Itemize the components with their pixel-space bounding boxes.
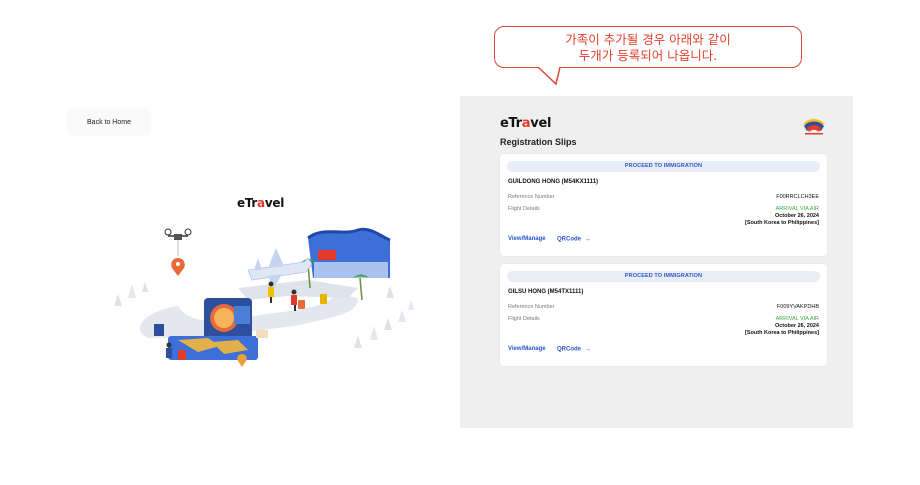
arrow-right-icon: → <box>584 236 591 243</box>
reference-number-label: Reference Number <box>508 304 555 310</box>
registration-slip-card: PROCEED TO IMMIGRATION GUILDONG HONG (M5… <box>500 154 827 256</box>
panel-etravel-logo: eTravel <box>500 116 552 131</box>
flight-route: [South Korea to Philippines] <box>745 330 819 336</box>
page-title: Registration Slips <box>500 137 577 147</box>
back-to-home-button[interactable]: Back to Home <box>68 109 150 135</box>
arrival-type: ARRIVAL VIA AIR <box>775 206 819 212</box>
flight-details-label: Flight Details <box>508 316 540 322</box>
flight-date: October 26, 2024 <box>774 213 819 219</box>
view-manage-link[interactable]: View/Manage <box>508 346 546 352</box>
annotation-line-2: 두개가 등록되어 나옵니다. <box>578 48 718 63</box>
flight-date: October 26, 2024 <box>774 323 819 329</box>
reference-number-label: Reference Number <box>508 194 555 200</box>
arrow-right-icon: → <box>584 346 591 353</box>
arrival-type: ARRIVAL VIA AIR <box>775 316 819 322</box>
qrcode-link[interactable]: QRCode → <box>557 346 591 353</box>
flight-details-label: Flight Details <box>508 206 540 212</box>
reference-number-value: F00RRCLCH3EE <box>776 194 819 200</box>
traveler-name: GUILDONG HONG (M54KX1111) <box>508 179 599 185</box>
registration-panel: eTravel Registration Slips PROCEED TO IM… <box>460 96 853 428</box>
philippines-seal-icon <box>803 119 825 135</box>
travel-illustration-image <box>114 227 414 367</box>
status-badge: PROCEED TO IMMIGRATION <box>507 271 820 282</box>
traveler-name: GILSU HONG (M54TX1111) <box>508 289 584 295</box>
status-badge: PROCEED TO IMMIGRATION <box>507 161 820 172</box>
page: 가족이 추가될 경우 아래와 같이 두개가 등록되어 나옵니다. Back to… <box>0 0 920 485</box>
qrcode-link[interactable]: QRCode → <box>557 236 591 243</box>
flight-route: [South Korea to Philippines] <box>745 220 819 226</box>
view-manage-link[interactable]: View/Manage <box>508 236 546 242</box>
etravel-logo: eTravel <box>237 196 285 210</box>
annotation-callout: 가족이 추가될 경우 아래와 같이 두개가 등록되어 나옵니다. <box>494 26 802 68</box>
registration-slip-card: PROCEED TO IMMIGRATION GILSU HONG (M54TX… <box>500 264 827 366</box>
reference-number-value: F009YVAKPDHB <box>776 304 819 310</box>
callout-tail <box>537 66 561 86</box>
annotation-line-1: 가족이 추가될 경우 아래와 같이 <box>565 32 731 47</box>
